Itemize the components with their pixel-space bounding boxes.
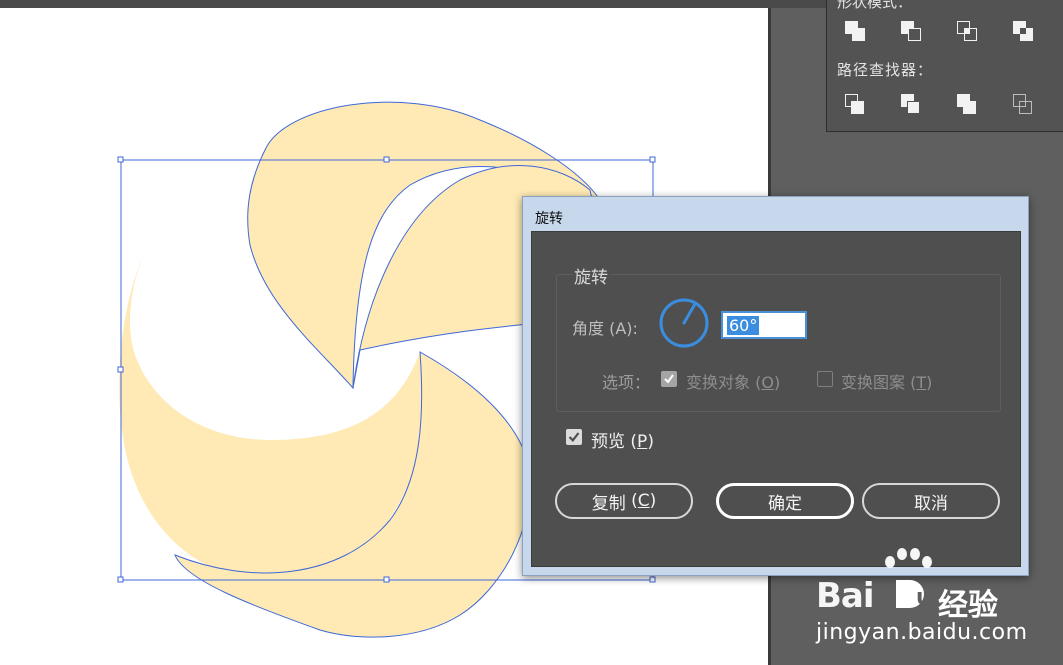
handle-top-right[interactable]	[649, 156, 656, 163]
pathfinder-row	[843, 93, 1043, 117]
cancel-button-label: 取消	[914, 493, 948, 514]
rotate-dialog: 旋转 旋转 角度 (A): 60° 选项： 变换对象 (O) 变换图案 (T)	[522, 196, 1029, 576]
intersect-icon[interactable]	[955, 17, 987, 41]
angle-label: 角度 (A):	[572, 319, 638, 338]
minus-front-icon[interactable]	[899, 17, 931, 41]
preview-key: P	[637, 432, 648, 452]
angle-input[interactable]: 60°	[721, 311, 807, 339]
handle-top-mid[interactable]	[383, 156, 390, 163]
pathfinder-panel: 形状模式： 路径查找器：	[826, 0, 1063, 132]
handle-mid-left[interactable]	[117, 366, 124, 373]
ok-button[interactable]: 确定	[716, 483, 854, 519]
preview-text: 预览 (P)	[591, 432, 654, 452]
check-icon	[568, 432, 580, 442]
shape-modes-label: 形状模式：	[837, 0, 913, 11]
watermark-brand: Bai	[816, 576, 875, 616]
transform-patterns-checkbox[interactable]	[817, 371, 833, 387]
crop-icon[interactable]	[1011, 93, 1043, 117]
trim-icon[interactable]	[899, 93, 931, 117]
merge-icon[interactable]	[955, 93, 987, 117]
preview-label: 预览	[591, 432, 625, 452]
options-label: 选项：	[602, 373, 651, 392]
du-paw-icon: u	[896, 580, 932, 610]
copy-button-key: C	[637, 491, 650, 511]
shape-modes-row	[843, 17, 1043, 41]
pathfinder-label: 路径查找器：	[837, 61, 934, 79]
handle-bottom-mid[interactable]	[383, 576, 390, 583]
angle-dial-icon[interactable]	[658, 297, 710, 349]
transform-objects-text: 变换对象 (O)	[686, 373, 781, 392]
rotate-group-label: 旋转	[572, 263, 610, 288]
watermark-url: jingyan.baidu.com	[816, 620, 1028, 645]
baidu-watermark: Bai u 经验 jingyan.baidu.com	[816, 548, 1056, 648]
copy-button[interactable]: 复制 (C)	[555, 483, 693, 519]
angle-value: 60°	[727, 315, 760, 335]
preview-checkbox[interactable]	[566, 429, 582, 445]
transform-objects-label: 变换对象	[686, 373, 751, 392]
handle-bottom-left[interactable]	[117, 576, 124, 583]
transform-patterns-key: T	[916, 373, 927, 392]
check-icon	[664, 374, 674, 384]
ok-button-label: 确定	[768, 493, 802, 514]
transform-patterns-text: 变换图案 (T)	[841, 373, 933, 392]
cancel-button[interactable]: 取消	[862, 483, 1000, 519]
transform-patterns-label: 变换图案	[841, 373, 906, 392]
dialog-title: 旋转	[535, 211, 563, 227]
exclude-icon[interactable]	[1011, 17, 1043, 41]
svg-text:u: u	[916, 585, 932, 610]
watermark-brand-cn: 经验	[938, 588, 998, 623]
divide-icon[interactable]	[843, 93, 875, 117]
unite-icon[interactable]	[843, 17, 875, 41]
transform-objects-checkbox[interactable]	[661, 371, 677, 387]
transform-objects-key: O	[761, 373, 774, 392]
handle-bottom-right[interactable]	[649, 576, 656, 583]
dialog-body: 旋转 角度 (A): 60° 选项： 变换对象 (O) 变换图案 (T) 预览 …	[531, 231, 1021, 567]
copy-button-label: 复制	[591, 493, 626, 514]
handle-top-left[interactable]	[117, 156, 124, 163]
